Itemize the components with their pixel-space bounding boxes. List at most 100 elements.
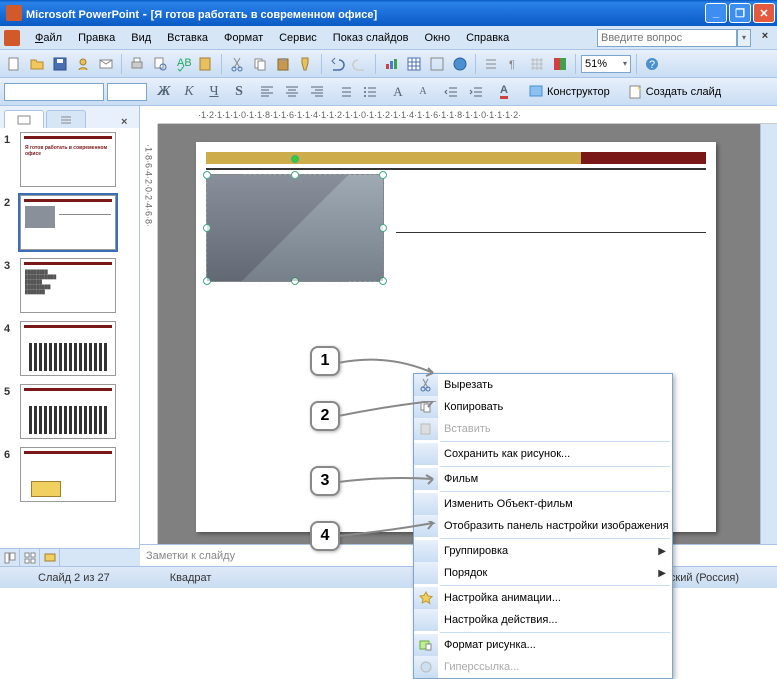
shadow-button[interactable]: S xyxy=(228,81,250,103)
redo-icon[interactable] xyxy=(350,54,370,74)
ctx-cut[interactable]: Вырезать xyxy=(414,374,672,396)
decrease-indent-icon[interactable] xyxy=(440,81,462,103)
ctx-save-as-picture[interactable]: Сохранить как рисунок... xyxy=(414,443,672,465)
align-left-icon[interactable] xyxy=(256,81,278,103)
ctx-custom-animation[interactable]: Настройка анимации... xyxy=(414,587,672,609)
notes-placeholder: Заметки к слайду xyxy=(146,550,235,562)
menu-file[interactable]: Файл xyxy=(28,29,69,47)
ctx-movie[interactable]: Фильм xyxy=(414,468,672,490)
menu-format[interactable]: Формат xyxy=(217,29,270,47)
align-right-icon[interactable] xyxy=(306,81,328,103)
close-button[interactable]: ✕ xyxy=(753,3,775,23)
new-icon[interactable] xyxy=(4,54,24,74)
menu-help[interactable]: Справка xyxy=(459,29,516,47)
tab-outline[interactable] xyxy=(46,110,86,128)
format-painter-icon[interactable] xyxy=(296,54,316,74)
app-icon xyxy=(6,5,22,21)
slide-design-label: Конструктор xyxy=(547,86,610,98)
increase-font-icon[interactable]: A xyxy=(387,81,409,103)
undo-icon[interactable] xyxy=(327,54,347,74)
ctx-format-picture[interactable]: Формат рисунка... xyxy=(414,634,672,656)
show-formatting-icon[interactable]: ¶ xyxy=(504,54,524,74)
italic-button[interactable]: К xyxy=(178,81,200,103)
research-icon[interactable] xyxy=(196,54,216,74)
decrease-font-icon[interactable]: A xyxy=(412,81,434,103)
tab-slides[interactable] xyxy=(4,110,44,128)
ctx-order[interactable]: Порядок▶ xyxy=(414,562,672,584)
callout-4: 4 xyxy=(310,521,340,551)
print-icon[interactable] xyxy=(127,54,147,74)
svg-text:?: ? xyxy=(649,59,655,71)
insert-hyperlink-icon[interactable] xyxy=(450,54,470,74)
window-title: Microsoft PowerPoint - [Я готов работать… xyxy=(26,6,705,21)
permission-icon[interactable] xyxy=(73,54,93,74)
slideshow-view-icon[interactable] xyxy=(40,549,60,567)
paste-icon[interactable] xyxy=(273,54,293,74)
email-icon[interactable] xyxy=(96,54,116,74)
ctx-grouping[interactable]: Группировка▶ xyxy=(414,540,672,562)
selected-movie-object[interactable] xyxy=(206,174,384,282)
menu-window[interactable]: Окно xyxy=(418,29,458,47)
slide-panel-tabs: × xyxy=(0,106,139,128)
bold-button[interactable]: Ж xyxy=(153,81,175,103)
tables-borders-icon[interactable] xyxy=(427,54,447,74)
slide-title-bar xyxy=(206,152,706,164)
bullets-icon[interactable] xyxy=(359,81,381,103)
expand-all-icon[interactable] xyxy=(481,54,501,74)
font-selector[interactable] xyxy=(4,83,104,101)
slide-line xyxy=(396,232,706,233)
ctx-show-picture-toolbar[interactable]: Отобразить панель настройки изображения xyxy=(414,515,672,537)
help-search-dropdown[interactable]: ▾ xyxy=(737,29,751,47)
slide-design-button[interactable]: Конструктор xyxy=(521,81,617,103)
slide-thumb-4[interactable] xyxy=(20,321,116,376)
menu-slideshow[interactable]: Показ слайдов xyxy=(326,29,416,47)
app-menu-icon[interactable] xyxy=(4,30,20,46)
panel-close-icon[interactable]: × xyxy=(121,116,135,128)
cut-icon[interactable] xyxy=(227,54,247,74)
minimize-button[interactable]: _ xyxy=(705,3,727,23)
copy-icon[interactable] xyxy=(250,54,270,74)
insert-table-icon[interactable] xyxy=(404,54,424,74)
callout-1: 1 xyxy=(310,346,340,376)
underline-button[interactable]: Ч xyxy=(203,81,225,103)
color-grayscale-icon[interactable] xyxy=(550,54,570,74)
ctx-edit-movie-object[interactable]: Изменить Объект-фильм xyxy=(414,493,672,515)
menu-bar: Файл Правка Вид Вставка Формат Сервис По… xyxy=(0,26,777,50)
mdi-close-button[interactable]: × xyxy=(757,30,773,46)
slide-thumb-2[interactable] xyxy=(20,195,116,250)
normal-view-icon[interactable] xyxy=(0,549,20,567)
align-center-icon[interactable] xyxy=(281,81,303,103)
formatting-toolbar: Ж К Ч S A A A Конструктор Создать слайд xyxy=(0,78,777,106)
spelling-icon[interactable]: ABC xyxy=(173,54,193,74)
menu-tools[interactable]: Сервис xyxy=(272,29,324,47)
new-slide-button[interactable]: Создать слайд xyxy=(620,81,728,103)
ctx-paste: Вставить xyxy=(414,418,672,440)
ctx-action-settings[interactable]: Настройка действия... xyxy=(414,609,672,631)
zoom-combo[interactable]: 51%▾ xyxy=(581,55,631,73)
slide-thumb-6[interactable] xyxy=(20,447,116,502)
editor-vscrollbar[interactable] xyxy=(760,124,777,566)
open-icon[interactable] xyxy=(27,54,47,74)
sorter-view-icon[interactable] xyxy=(20,549,40,567)
menu-insert[interactable]: Вставка xyxy=(160,29,215,47)
insert-chart-icon[interactable] xyxy=(381,54,401,74)
maximize-button[interactable]: ❐ xyxy=(729,3,751,23)
numbering-icon[interactable] xyxy=(334,81,356,103)
menu-edit[interactable]: Правка xyxy=(71,29,122,47)
font-color-icon[interactable]: A xyxy=(493,81,515,103)
menu-view[interactable]: Вид xyxy=(124,29,158,47)
ctx-hyperlink: Гиперссылка... xyxy=(414,656,672,678)
print-preview-icon[interactable] xyxy=(150,54,170,74)
help-search-input[interactable] xyxy=(597,29,737,47)
work-area: × 1 Я готов работать в современном офисе… xyxy=(0,106,777,566)
increase-indent-icon[interactable] xyxy=(465,81,487,103)
view-buttons xyxy=(0,548,140,566)
slide-thumb-3[interactable]: ████████████████████████████████████████… xyxy=(20,258,116,313)
slide-thumb-1[interactable]: Я готов работать в современном офисе xyxy=(20,132,116,187)
ctx-copy[interactable]: Копировать xyxy=(414,396,672,418)
grid-icon[interactable] xyxy=(527,54,547,74)
font-size-selector[interactable] xyxy=(107,83,147,101)
slide-thumb-5[interactable] xyxy=(20,384,116,439)
save-icon[interactable] xyxy=(50,54,70,74)
help-icon[interactable]: ? xyxy=(642,54,662,74)
